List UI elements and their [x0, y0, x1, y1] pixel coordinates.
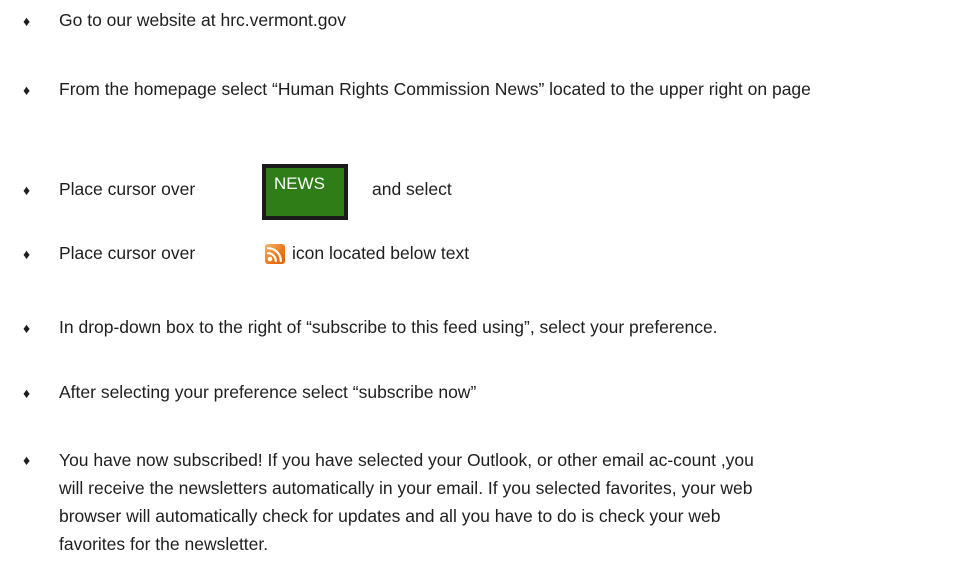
step-5-text: In drop-down box to the right of “subscr…	[59, 317, 718, 337]
bullet-icon: ♦	[23, 246, 31, 262]
step-6-text: After selecting your preference select “…	[59, 382, 477, 402]
bullet-icon: ♦	[23, 13, 31, 29]
rss-feed-icon[interactable]	[265, 244, 285, 264]
bullet-icon: ♦	[23, 82, 31, 98]
news-button-label: NEWS	[266, 168, 344, 216]
step-2-text: From the homepage select “Human Rights C…	[59, 79, 811, 99]
step-1-text: Go to our website at hrc.vermont.gov	[59, 10, 346, 30]
bullet-icon: ♦	[23, 320, 31, 336]
step-4-text-before: Place cursor over	[59, 243, 196, 263]
step-3-text-before: Place cursor over	[59, 179, 196, 199]
bullet-icon: ♦	[23, 452, 31, 468]
bullet-icon: ♦	[23, 182, 31, 198]
news-button[interactable]: NEWS	[262, 164, 348, 220]
step-7-text: You have now subscribed! If you have sel…	[59, 450, 754, 554]
bullet-icon: ♦	[23, 385, 31, 401]
step-4-text-after: icon located below text	[292, 243, 470, 263]
step-3-text-after: and select	[372, 179, 452, 199]
